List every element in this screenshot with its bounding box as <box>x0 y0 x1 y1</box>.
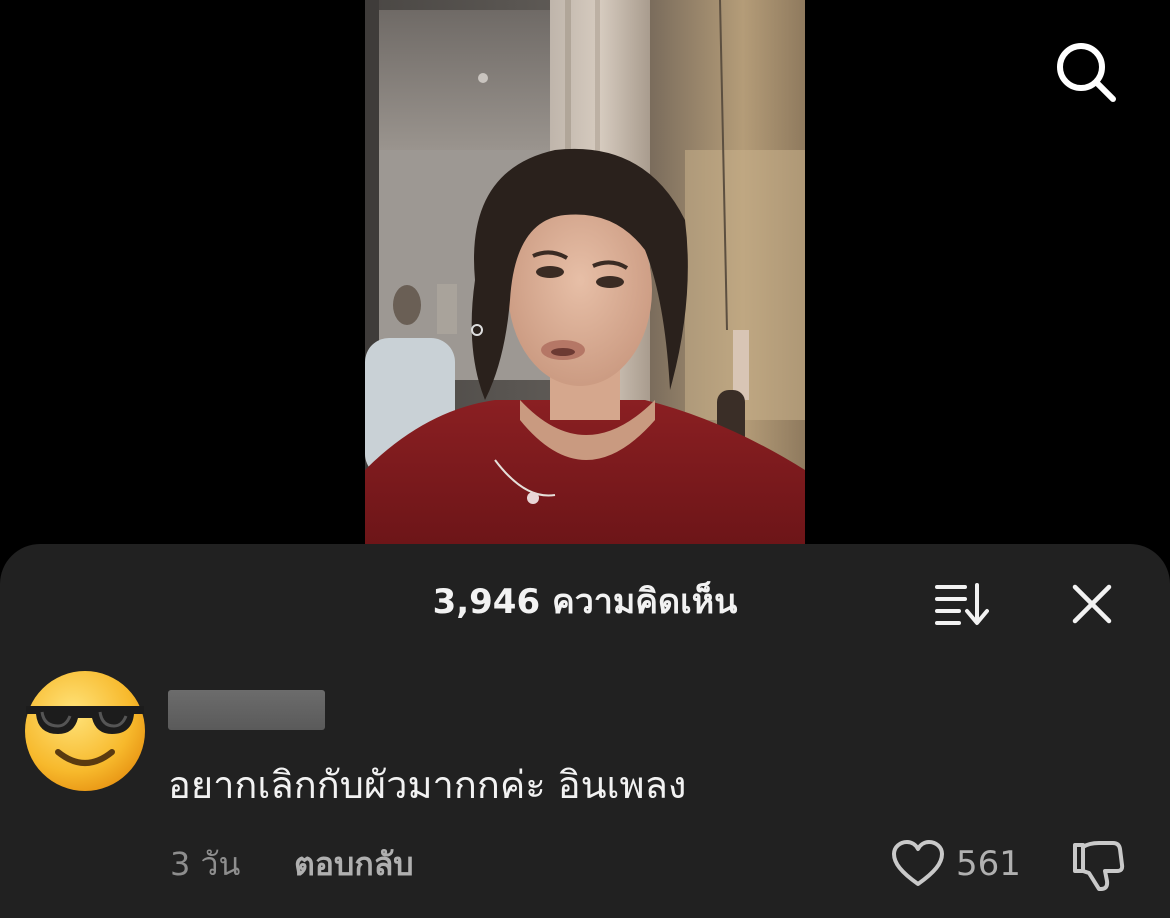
username-redacted <box>168 690 325 730</box>
search-icon <box>1057 43 1116 102</box>
reply-button[interactable]: ตอบกลับ <box>294 842 414 886</box>
thumbs-down-icon <box>1073 841 1125 891</box>
dislike-button[interactable] <box>1068 836 1128 896</box>
close-comments-button[interactable] <box>1062 574 1122 634</box>
like-count: 561 <box>956 844 1021 884</box>
search-button[interactable] <box>1050 36 1122 108</box>
sunglasses-emoji-icon <box>25 671 145 791</box>
close-icon <box>1072 584 1112 624</box>
video-player[interactable] <box>365 0 805 560</box>
screen: 3,946 ความคิดเห็น อยากเลิกกับผัวมากกค่ะ … <box>0 0 1170 918</box>
sort-comments-button[interactable] <box>928 576 994 632</box>
video-frame-image <box>365 0 805 560</box>
sort-icon <box>935 583 989 625</box>
heart-icon <box>892 840 944 886</box>
like-button[interactable] <box>888 836 948 892</box>
comment-timestamp: 3 วัน <box>170 845 241 883</box>
user-avatar[interactable] <box>22 668 148 794</box>
comments-count-title: 3,946 ความคิดเห็น <box>432 582 738 622</box>
comment-text: อยากเลิกกับผัวมากกค่ะ อินเพลง <box>168 763 687 807</box>
